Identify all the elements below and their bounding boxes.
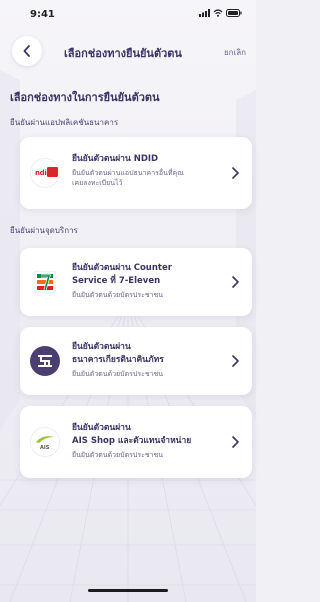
header-title: เลือกช่องทางยืนยันตัวตน	[64, 47, 182, 60]
seven-eleven-desc: ยืนยันตัวตนด้วยบัตรประชาชน	[72, 291, 164, 299]
chevron-right-icon	[230, 354, 240, 368]
ndid-desc-line1: ยืนยันตัวตนผ่านแอปธนาคารอื่นที่คุณ	[72, 169, 184, 177]
kkp-logo	[30, 346, 60, 376]
wifi-icon	[213, 9, 223, 17]
seven-eleven-card[interactable]: ยืนยันตัวตนผ่าน Counter Service ที่ 7-El…	[20, 248, 252, 316]
kkp-title-line2: ธนาคารเกียรตินาคินภัทร	[72, 355, 164, 365]
ais-logo: AIS	[30, 427, 60, 457]
battery-icon	[226, 9, 242, 17]
ais-title-line2: AIS Shop และตัวแทนจำหน่าย	[72, 436, 192, 446]
chevron-right-icon	[230, 166, 240, 180]
chevron-left-icon	[23, 45, 30, 57]
seven-eleven-title-line2: Service ที่ 7-Eleven	[72, 276, 161, 286]
ais-shop-card[interactable]: AIS ยืนยันตัวตนผ่าน AIS Shop และตัวแทนจำ…	[20, 406, 252, 478]
seven-eleven-logo	[30, 267, 60, 297]
ndid-logo: ndid	[30, 158, 60, 188]
status-bar: 9:41	[0, 0, 256, 30]
ais-desc: ยืนยันตัวตนด้วยบัตรประชาชน	[72, 451, 164, 459]
section-label-bank-app: ยืนยันผ่านแอปพลิเคชันธนาคาร	[10, 118, 119, 127]
kkp-title-line1: ยืนยันตัวตนผ่าน	[72, 342, 131, 352]
kkp-bank-icon	[38, 355, 52, 367]
seven-eleven-icon	[34, 271, 56, 293]
cancel-button[interactable]: ยกเลิก	[224, 46, 246, 59]
section-label-service-point: ยืนยันผ่านจุดบริการ	[10, 226, 78, 235]
ndid-logo-text: ndid	[35, 169, 52, 177]
status-time: 9:41	[30, 9, 55, 20]
ais-swoosh-icon	[36, 436, 54, 443]
ndid-desc-line2: เคยลงทะเบียนไว้	[72, 179, 123, 187]
back-button[interactable]	[12, 36, 42, 66]
ndid-title: ยืนยันตัวตนผ่าน NDID	[72, 154, 159, 164]
page-title: เลือกช่องทางในการยืนยันตัวตน	[10, 91, 160, 104]
ndid-card[interactable]: ndid ยืนยันตัวตนผ่าน NDID ยืนยันตัวตนผ่า…	[20, 137, 252, 209]
kkp-desc: ยืนยันตัวตนด้วยบัตรประชาชน	[72, 370, 164, 378]
status-icons	[199, 9, 242, 17]
chevron-right-icon	[230, 275, 240, 289]
seven-eleven-title-line1: ยืนยันตัวตนผ่าน Counter	[72, 263, 172, 273]
header: เลือกช่องทางยืนยันตัวตน ยกเลิก	[0, 32, 256, 72]
ais-logo-text: AIS	[40, 445, 50, 451]
ais-title-line1: ยืนยันตัวตนผ่าน	[72, 423, 131, 433]
signal-icon	[199, 9, 210, 17]
kkp-bank-card[interactable]: ยืนยันตัวตนผ่าน ธนาคารเกียรตินาคินภัทร ย…	[20, 327, 252, 395]
chevron-right-icon	[230, 435, 240, 449]
home-indicator	[88, 589, 168, 592]
